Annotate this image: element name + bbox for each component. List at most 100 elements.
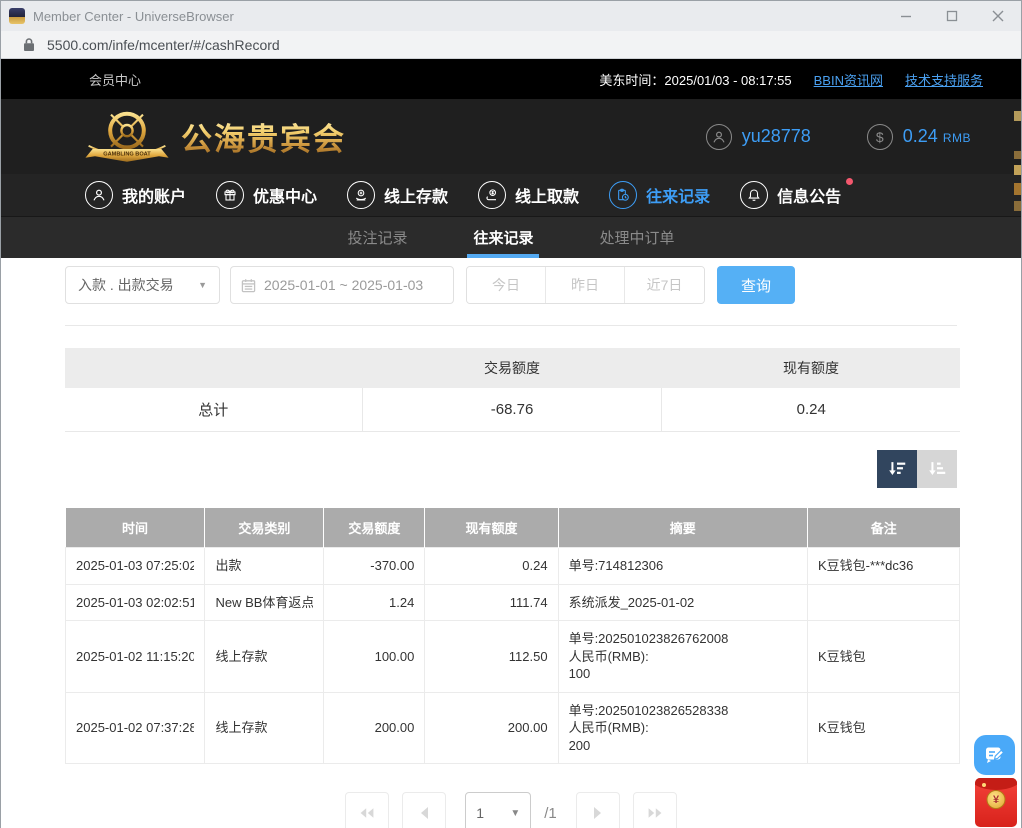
summary-header-empty — [65, 348, 362, 388]
table-row: 2025-01-03 07:25:02出款-370.000.24单号:71481… — [66, 548, 960, 585]
cell-amount: -370.00 — [324, 548, 425, 585]
minimize-button[interactable] — [883, 1, 929, 31]
quick-date-group: 今日 昨日 近7日 — [466, 266, 705, 304]
sort-descending-button[interactable] — [877, 450, 917, 488]
summary-total-label: 总计 — [65, 388, 362, 431]
pagination: 1 ▼ /1 — [65, 792, 957, 828]
top-info-bar: 会员中心 美东时间：2025/01/03 - 08:17:55 BBIN资讯网 … — [1, 59, 1021, 99]
tab-bet-records[interactable]: 投注记录 — [343, 217, 411, 258]
close-button[interactable] — [975, 1, 1021, 31]
chevron-down-icon: ▼ — [510, 808, 520, 819]
user-chip[interactable]: yu28778 — [706, 124, 811, 150]
transaction-type-select[interactable]: 入款 . 出款交易 ▼ — [65, 266, 220, 304]
sparkle-icon — [982, 783, 986, 787]
nav-item-my-account[interactable]: 我的账户 — [85, 181, 186, 209]
username[interactable]: yu28778 — [742, 126, 811, 147]
summary-table: 交易额度 现有额度 总计 -68.76 0.24 — [65, 348, 960, 432]
cell-note: K豆钱包 — [807, 621, 959, 693]
page-total-label: /1 — [544, 805, 557, 822]
last-page-button[interactable] — [633, 792, 677, 828]
withdraw-hand-coin-icon — [478, 181, 506, 209]
cell-balance: 112.50 — [425, 621, 558, 693]
nav-item-deposit[interactable]: 线上存款 — [347, 181, 448, 209]
compose-icon — [983, 743, 1007, 767]
logo-banner-text: GAMBLING BOAT — [103, 151, 151, 157]
today-button[interactable]: 今日 — [467, 267, 546, 303]
cell-balance: 111.74 — [425, 584, 558, 621]
nav-item-promotions[interactable]: 优惠中心 — [216, 181, 317, 209]
tab-pending-orders[interactable]: 处理中订单 — [596, 217, 679, 258]
transactions-table: 时间 交易类别 交易额度 现有额度 摘要 备注 2025-01-03 07:25… — [65, 508, 960, 765]
first-page-button[interactable] — [345, 792, 389, 828]
ship-wheel-icon: GAMBLING BOAT — [79, 104, 175, 170]
red-envelope-button[interactable]: ¥ — [975, 778, 1017, 827]
site-logo[interactable]: GAMBLING BOAT 公海贵宾会 — [79, 104, 346, 170]
tab-cash-records[interactable]: 往来记录 — [469, 217, 537, 258]
notification-badge — [846, 178, 853, 185]
customer-service-button[interactable] — [974, 735, 1015, 775]
gold-coin-icon: ¥ — [987, 790, 1006, 809]
sort-ascending-button[interactable] — [917, 450, 957, 488]
divider — [65, 325, 957, 326]
content-area: 入款 . 出款交易 ▼ 2025-01-01 ~ 2025-01-03 今日 昨… — [1, 258, 1021, 828]
search-button[interactable]: 查询 — [717, 266, 795, 304]
user-avatar-icon — [706, 124, 732, 150]
maximize-button[interactable] — [929, 1, 975, 31]
edge-widget-strip — [1013, 99, 1021, 259]
col-note: 备注 — [807, 508, 959, 548]
records-clipboard-icon — [609, 181, 637, 209]
summary-total-amount: -68.76 — [362, 388, 662, 431]
balance-chip[interactable]: $ 0.24 RMB — [867, 124, 971, 150]
summary-header-amount: 交易额度 — [362, 348, 662, 388]
summary-row: 总计 -68.76 0.24 — [65, 388, 960, 431]
last7days-button[interactable]: 近7日 — [625, 267, 704, 303]
window-title: Member Center - UniverseBrowser — [33, 9, 883, 24]
col-summary: 摘要 — [558, 508, 807, 548]
table-row: 2025-01-03 02:02:51New BB体育返点1.24111.74系… — [66, 584, 960, 621]
url-bar: 5500.com/infe/mcenter/#/cashRecord — [1, 31, 1021, 59]
balance-currency: RMB — [943, 131, 971, 145]
brand-header: GAMBLING BOAT 公海贵宾会 yu28778 $ 0.24 RMB — [1, 99, 1021, 174]
balance-amount: 0.24 — [903, 126, 938, 146]
next-page-button[interactable] — [576, 792, 620, 828]
cell-type: 线上存款 — [205, 692, 324, 764]
calendar-icon — [241, 278, 256, 293]
date-range-input[interactable]: 2025-01-01 ~ 2025-01-03 — [230, 266, 454, 304]
cell-note: K豆钱包-***dc36 — [807, 548, 959, 585]
cell-note: K豆钱包 — [807, 692, 959, 764]
bbin-news-link[interactable]: BBIN资讯网 — [814, 70, 883, 89]
logo-text: 公海贵宾会 — [181, 114, 346, 159]
cell-type: New BB体育返点 — [205, 584, 324, 621]
browser-favicon-icon — [9, 8, 25, 24]
table-row: 2025-01-02 07:37:28线上存款200.00200.00单号:20… — [66, 692, 960, 764]
transactions-body: 2025-01-03 07:25:02出款-370.000.24单号:71481… — [66, 548, 960, 764]
table-header-row: 时间 交易类别 交易额度 现有额度 摘要 备注 — [66, 508, 960, 548]
filter-row: 入款 . 出款交易 ▼ 2025-01-01 ~ 2025-01-03 今日 昨… — [65, 266, 957, 304]
summary-total-balance: 0.24 — [662, 388, 960, 431]
cell-amount: 200.00 — [324, 692, 425, 764]
gift-icon — [216, 181, 244, 209]
cell-time: 2025-01-03 07:25:02 — [66, 548, 205, 585]
cell-note — [807, 584, 959, 621]
main-nav: 我的账户 优惠中心 线上存款 线上取款 往来记录 信息公告 — [1, 174, 1021, 216]
bell-icon — [740, 181, 768, 209]
lock-icon[interactable] — [23, 37, 35, 52]
cell-amount: 1.24 — [324, 584, 425, 621]
nav-item-withdraw[interactable]: 线上取款 — [478, 181, 579, 209]
cell-summary: 单号:202501023826762008人民币(RMB):100 — [558, 621, 807, 693]
url-input[interactable]: 5500.com/infe/mcenter/#/cashRecord — [47, 37, 280, 53]
cell-balance: 200.00 — [425, 692, 558, 764]
col-type: 交易类别 — [205, 508, 324, 548]
page-select[interactable]: 1 ▼ — [465, 792, 531, 828]
nav-item-transaction-records[interactable]: 往来记录 — [609, 181, 710, 209]
member-center-label: 会员中心 — [89, 70, 141, 89]
nav-item-announcements[interactable]: 信息公告 — [740, 181, 841, 209]
tech-support-link[interactable]: 技术支持服务 — [905, 70, 983, 89]
cell-summary: 单号:714812306 — [558, 548, 807, 585]
yesterday-button[interactable]: 昨日 — [546, 267, 625, 303]
summary-header-balance: 现有额度 — [662, 348, 960, 388]
sub-tab-bar: 投注记录 往来记录 处理中订单 — [1, 216, 1021, 258]
prev-page-button[interactable] — [402, 792, 446, 828]
cell-type: 线上存款 — [205, 621, 324, 693]
dollar-icon: $ — [867, 124, 893, 150]
